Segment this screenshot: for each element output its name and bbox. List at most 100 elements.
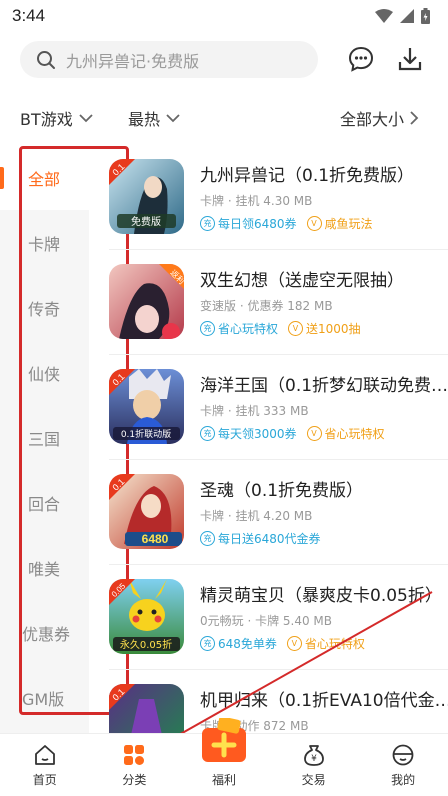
- icon-caption-text: 6480: [142, 532, 169, 546]
- game-meta: 卡牌 · 挂机 4.20 MB: [200, 509, 313, 523]
- icon-caption-text: 永久0.05折: [120, 638, 172, 651]
- header: 九州异兽记·免费版: [0, 36, 448, 88]
- nav-profile[interactable]: 我的: [358, 734, 448, 796]
- game-item[interactable]: 返利 双生幻想（送虚空无限抽） 变速版 · 优惠券 182 MB 充省心玩特权 …: [89, 250, 448, 355]
- recharge-badge-icon: 充: [200, 321, 215, 336]
- wifi-icon: [375, 9, 393, 23]
- game-title: 圣魂（0.1折免费版）: [200, 481, 364, 501]
- nav-home[interactable]: 首页: [0, 734, 90, 796]
- category-item-all[interactable]: 全部: [0, 145, 89, 210]
- category-label: 唯美: [28, 559, 61, 579]
- category-label: 传奇: [28, 299, 61, 319]
- category-label: 全部: [28, 169, 61, 189]
- chevron-down-icon: [166, 113, 180, 122]
- game-tags: 充 648免单券 V 省心玩特权: [200, 635, 365, 652]
- game-title: 双生幻想（送虚空无限抽）: [200, 271, 404, 291]
- category-item-card[interactable]: 卡牌: [0, 210, 89, 275]
- vip-badge-icon: V: [306, 426, 322, 441]
- game-tags: 充省心玩特权 V 送1000抽: [200, 320, 361, 337]
- nav-label: 分类: [122, 773, 147, 787]
- filter-sort[interactable]: 最热: [128, 106, 180, 130]
- game-list: 0.1 免费版 九州异兽记（0.1折免费版） 卡牌 · 挂机 4.30 MB 充…: [89, 145, 448, 733]
- game-tags: 充每天领3000券 V 省心玩特权: [200, 425, 385, 442]
- promo-tag: V 咸鱼玩法: [306, 215, 373, 232]
- game-title: 精灵萌宝贝（暴爽皮卡0.05折）: [200, 586, 442, 606]
- category-item-xianxia[interactable]: 仙侠: [0, 340, 89, 405]
- game-icon-jijia: 0.1: [109, 684, 184, 733]
- status-icons: [375, 8, 430, 24]
- filter-size-label: 全部大小: [340, 110, 405, 129]
- category-sidebar: 全部 卡牌 传奇 仙侠 三国 回合 唯美 优惠券 GM版: [0, 145, 89, 733]
- game-meta: 卡牌 · 挂机 4.30 MB: [200, 194, 313, 208]
- category-item-beautiful[interactable]: 唯美: [0, 535, 89, 600]
- download-icon: [398, 48, 422, 71]
- nav-label: 首页: [32, 773, 57, 787]
- search-input[interactable]: 九州异兽记·免费版: [20, 41, 318, 78]
- battery-icon: [421, 8, 430, 24]
- bottom-nav: 首页 分类 福利 ¥ 交易 我的: [0, 718, 448, 796]
- active-indicator: [0, 167, 4, 189]
- filter-row: BT游戏 最热 全部大小: [0, 98, 448, 138]
- icon-caption-text: 免费版: [131, 215, 161, 228]
- chevron-down-icon: [79, 113, 93, 122]
- promo-tag: 充每天领3000券: [200, 425, 297, 442]
- game-title: 海洋王国（0.1折梦幻联动免费…: [200, 376, 448, 396]
- filter-game-type[interactable]: BT游戏: [20, 106, 93, 130]
- download-button[interactable]: [395, 44, 425, 74]
- promo-tag: 充 648免单券: [200, 635, 277, 652]
- search-icon: [37, 50, 55, 69]
- game-item[interactable]: 0.1 6480 圣魂（0.1折免费版） 卡牌 · 挂机 4.20 MB 充每日…: [89, 460, 448, 565]
- game-tags: 充每日领6480券 V 咸鱼玩法: [200, 215, 373, 232]
- nav-category[interactable]: 分类: [90, 734, 180, 796]
- game-meta: 卡牌 · 挂机 333 MB: [200, 404, 309, 418]
- category-item-turn-based[interactable]: 回合: [0, 470, 89, 535]
- home-icon: [34, 745, 55, 765]
- chat-bubble-icon: [348, 46, 374, 72]
- nav-welfare[interactable]: 福利: [179, 718, 269, 796]
- game-icon-shenghun: 0.1 6480: [109, 474, 184, 549]
- game-meta: 变速版 · 优惠券 182 MB: [200, 299, 333, 313]
- status-time: 3:44: [12, 6, 46, 25]
- chevron-right-icon: [410, 111, 419, 125]
- search-placeholder: 九州异兽记·免费版: [66, 51, 200, 71]
- promo-tag: 充省心玩特权: [200, 320, 278, 337]
- recharge-badge-icon: 充: [200, 636, 215, 651]
- promo-tag: 充每日送6480代金券: [200, 530, 321, 547]
- promo-tag-text: 648免单券: [218, 637, 277, 651]
- game-icon-haiyang: 0.1 0.1折联动版: [109, 369, 184, 444]
- category-label: 三国: [28, 429, 61, 449]
- game-tags: 充每日送6480代金券: [200, 530, 321, 547]
- game-item[interactable]: 0.1 机甲归来（0.1折EVA10倍代金… 卡牌 · 动作 872 MB: [89, 670, 448, 733]
- filter-size[interactable]: 全部大小: [340, 106, 419, 130]
- category-icon: [124, 745, 145, 765]
- game-item[interactable]: 0.05 永久0.05折 精灵萌宝贝（暴爽皮卡0.05折） 0元畅玩 · 卡牌 …: [89, 565, 448, 670]
- category-label: GM版: [22, 689, 65, 709]
- category-item-legend[interactable]: 传奇: [0, 275, 89, 340]
- game-title: 机甲归来（0.1折EVA10倍代金…: [200, 691, 448, 711]
- promo-tag: 充每日领6480券: [200, 215, 297, 232]
- game-icon-shuangsheng: 返利: [109, 264, 184, 339]
- vip-badge-icon: V: [286, 636, 302, 651]
- message-button[interactable]: [346, 44, 376, 74]
- category-label: 回合: [28, 494, 61, 514]
- promo-tag: V 送1000抽: [288, 320, 361, 337]
- promo-tag-text: 省心玩特权: [218, 322, 279, 336]
- nav-trade[interactable]: ¥ 交易: [269, 734, 359, 796]
- vip-badge-icon: V: [306, 216, 322, 231]
- category-item-gm[interactable]: GM版: [0, 665, 89, 730]
- game-meta: 0元畅玩 · 卡牌 5.40 MB: [200, 614, 333, 628]
- game-icon-jingling: 0.05 永久0.05折: [109, 579, 184, 654]
- game-item[interactable]: 0.1 免费版 九州异兽记（0.1折免费版） 卡牌 · 挂机 4.30 MB 充…: [89, 145, 448, 250]
- status-bar: 3:44: [0, 0, 448, 32]
- promo-tag: V 省心玩特权: [306, 425, 385, 442]
- game-item[interactable]: 0.1 0.1折联动版 海洋王国（0.1折梦幻联动免费… 卡牌 · 挂机 333…: [89, 355, 448, 460]
- promo-tag-text: 每天领3000券: [218, 427, 297, 441]
- promo-tag: V 省心玩特权: [286, 635, 365, 652]
- game-icon-jiuzhou: 0.1 免费版: [109, 159, 184, 234]
- category-item-three-kingdoms[interactable]: 三国: [0, 405, 89, 470]
- promo-tag-text: 咸鱼玩法: [324, 217, 373, 231]
- promo-tag-text: 送1000抽: [306, 322, 361, 336]
- category-item-coupon[interactable]: 优惠券: [0, 600, 89, 665]
- vip-badge-icon: V: [288, 321, 304, 336]
- promo-tag-text: 每日领6480券: [218, 217, 297, 231]
